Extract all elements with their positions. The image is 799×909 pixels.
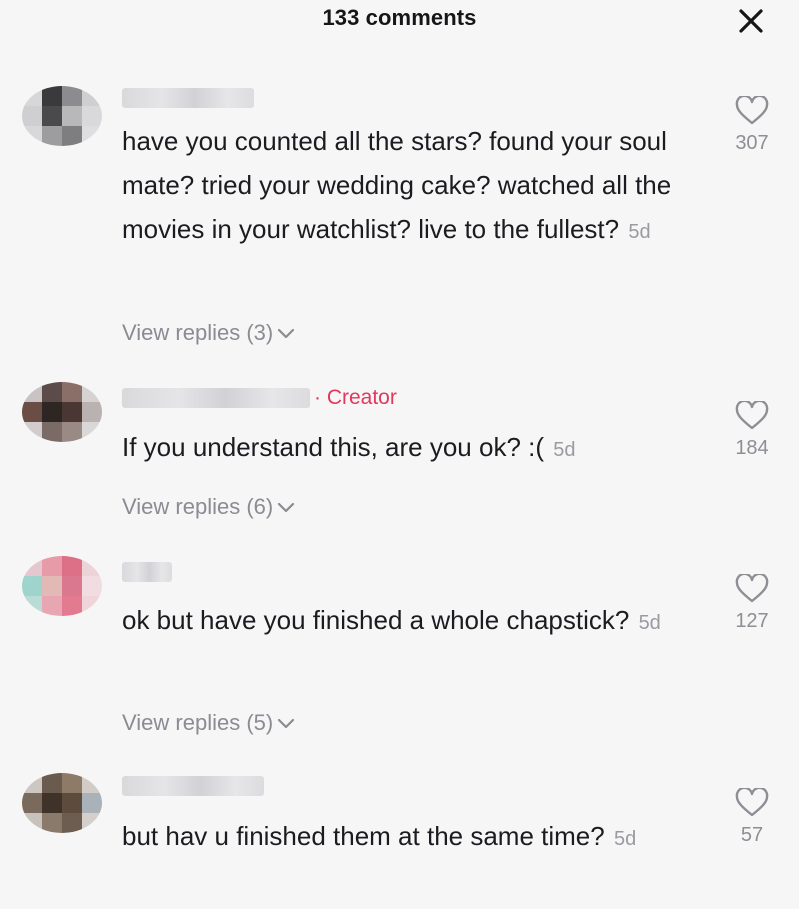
comment-text: but hav u finished them at the same time… <box>122 814 682 861</box>
avatar-pixel <box>42 86 62 106</box>
avatar-pixel <box>62 126 82 146</box>
avatar-pixel <box>82 382 102 402</box>
avatar-pixel <box>22 596 42 616</box>
avatar-pixel <box>42 813 62 833</box>
view-replies-button[interactable]: View replies (6) <box>122 494 295 520</box>
avatar-pixel <box>42 106 62 126</box>
chevron-down-icon <box>278 328 295 339</box>
avatar-pixel <box>42 793 62 813</box>
username-blurred[interactable] <box>122 388 310 408</box>
avatar-pixel <box>22 813 42 833</box>
comment-time: 5d <box>628 221 651 243</box>
avatar-pixel <box>82 126 102 146</box>
comment-time: 5d <box>553 439 576 461</box>
avatar-pixel <box>82 422 102 442</box>
avatar-pixel <box>22 106 42 126</box>
comment-time: 5d <box>638 612 661 634</box>
avatar-pixel <box>82 106 102 126</box>
avatar-pixel <box>22 402 42 422</box>
avatar[interactable] <box>22 773 102 833</box>
avatar-pixel <box>42 556 62 576</box>
avatar-pixel <box>82 576 102 596</box>
like-count: 57 <box>740 824 764 846</box>
avatar-pixel <box>22 793 42 813</box>
like-column: 184 <box>712 401 792 460</box>
avatar-pixel <box>42 126 62 146</box>
avatar-pixel <box>22 556 42 576</box>
avatar-pixel <box>82 86 102 106</box>
avatar-pixel <box>82 596 102 616</box>
avatar-pixel <box>82 773 102 793</box>
avatar-pixel <box>42 596 62 616</box>
username-blurred[interactable] <box>122 88 254 108</box>
like-column: 127 <box>712 574 792 633</box>
avatar-pixel <box>42 576 62 596</box>
like-count: 307 <box>735 132 769 154</box>
avatar[interactable] <box>22 86 102 146</box>
avatar-pixel <box>22 422 42 442</box>
comment-text: If you understand this, are you ok? :( 5… <box>122 425 682 472</box>
view-replies-button[interactable]: View replies (5) <box>122 710 295 736</box>
avatar[interactable] <box>22 382 102 442</box>
avatar-pixel <box>22 126 42 146</box>
avatar-pixel <box>62 773 82 793</box>
avatar-pixel <box>62 793 82 813</box>
comment-body: have you counted all the stars? found yo… <box>122 126 672 244</box>
avatar-pixel <box>62 106 82 126</box>
avatar-pixel <box>82 402 102 422</box>
like-count: 184 <box>735 437 769 459</box>
chevron-down-icon <box>278 502 295 513</box>
comment-text: ok but have you finished a whole chapsti… <box>122 598 682 645</box>
avatar-pixel <box>22 576 42 596</box>
heart-icon[interactable] <box>735 788 769 818</box>
avatar-pixel <box>22 86 42 106</box>
avatar-pixel <box>42 402 62 422</box>
heart-icon[interactable] <box>735 574 769 604</box>
username-blurred[interactable] <box>122 776 264 796</box>
avatar-pixel <box>62 86 82 106</box>
creator-badge: · Creator <box>314 386 397 409</box>
avatar-pixel <box>62 382 82 402</box>
close-icon[interactable] <box>734 4 768 38</box>
view-replies-label: View replies (3) <box>122 320 274 345</box>
avatar-pixel <box>22 382 42 402</box>
avatar-pixel <box>82 813 102 833</box>
view-replies-button[interactable]: View replies (3) <box>122 320 295 346</box>
comment-body: If you understand this, are you ok? :( <box>122 432 545 462</box>
avatar-pixel <box>22 773 42 793</box>
avatar-pixel <box>62 402 82 422</box>
avatar-pixel <box>42 382 62 402</box>
avatar-pixel <box>82 793 102 813</box>
avatar-pixel <box>62 813 82 833</box>
like-count: 127 <box>735 610 769 632</box>
comments-count-title: 133 comments <box>322 5 477 30</box>
heart-icon[interactable] <box>735 401 769 431</box>
avatar-pixel <box>42 773 62 793</box>
avatar-pixel <box>62 556 82 576</box>
avatar-pixel <box>82 556 102 576</box>
comments-header: 133 comments <box>0 0 799 44</box>
username-blurred[interactable] <box>122 562 172 582</box>
avatar-pixel <box>42 422 62 442</box>
comment-body: but hav u finished them at the same time… <box>122 821 605 851</box>
avatar-pixel <box>62 596 82 616</box>
chevron-down-icon <box>278 718 295 729</box>
comment-body: ok but have you finished a whole chapsti… <box>122 605 630 635</box>
avatar-pixel <box>62 422 82 442</box>
heart-icon[interactable] <box>735 96 769 126</box>
avatar-pixel <box>62 576 82 596</box>
comment-text: have you counted all the stars? found yo… <box>122 119 682 254</box>
view-replies-label: View replies (6) <box>122 494 274 519</box>
like-column: 57 <box>712 788 792 847</box>
view-replies-label: View replies (5) <box>122 710 274 735</box>
avatar[interactable] <box>22 556 102 616</box>
comment-time: 5d <box>613 828 637 850</box>
like-column: 307 <box>712 96 792 155</box>
